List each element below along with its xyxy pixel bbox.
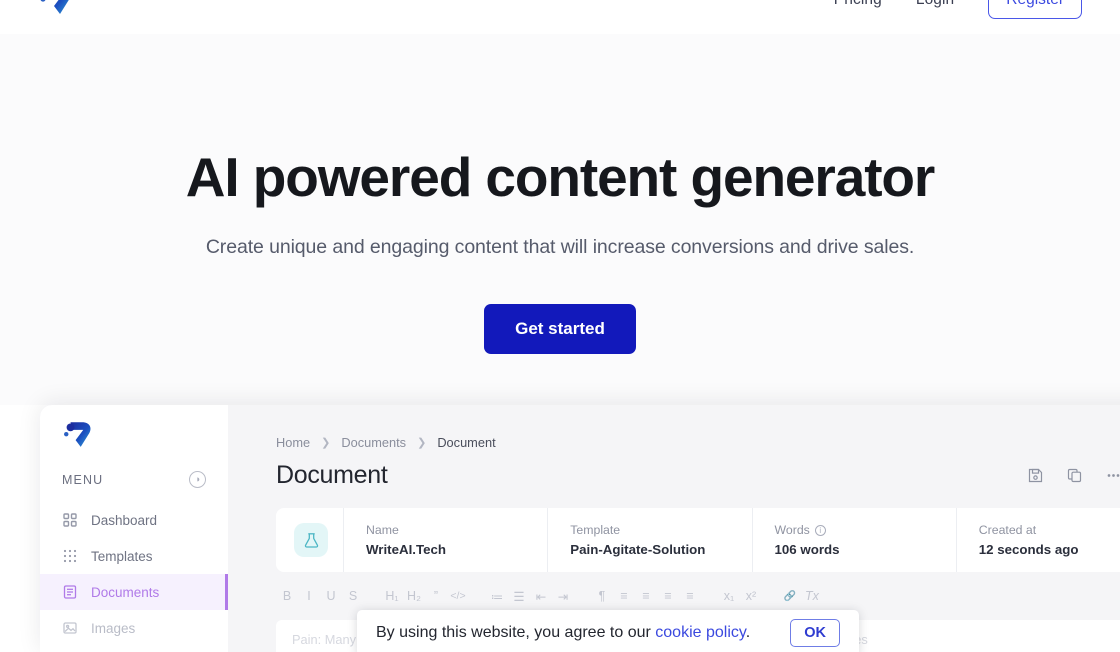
sidebar-item-label: Documents <box>91 584 160 600</box>
align-right-icon[interactable]: ≡ <box>657 585 679 607</box>
heading-1-icon[interactable]: H₁ <box>381 585 403 607</box>
chevron-right-icon: ❯ <box>417 437 427 449</box>
align-left-icon[interactable]: ≡ <box>613 585 635 607</box>
cookie-policy-link[interactable]: cookie policy <box>655 624 745 641</box>
meta-value: WriteAI.Tech <box>366 542 447 557</box>
meta-value: Pain-Agitate-Solution <box>570 542 706 557</box>
nav-link-pricing[interactable]: Pricing <box>834 0 882 9</box>
sidebar-item-label: Images <box>91 620 136 636</box>
align-center-icon[interactable]: ≡ <box>635 585 657 607</box>
sidebar-item-templates[interactable]: Templates <box>40 538 228 574</box>
dots-grid-icon <box>62 548 78 564</box>
sidebar-logo-icon[interactable] <box>40 405 228 457</box>
subscript-icon[interactable]: x₁ <box>718 585 740 607</box>
meta-key: Created at <box>978 523 1037 537</box>
sidebar-item-images[interactable]: Images <box>40 610 228 646</box>
underline-icon[interactable]: U <box>320 585 342 607</box>
breadcrumb-item-documents[interactable]: Documents <box>341 435 406 450</box>
blockquote-icon[interactable]: ” <box>425 585 447 607</box>
menu-label: MENU <box>62 472 104 487</box>
sidebar-items: Dashboard Templates Documents Images <box>40 502 228 646</box>
meta-cell-name: Name WriteAI.Tech <box>344 508 549 572</box>
collapse-circle-icon[interactable]: ◑ <box>189 471 206 488</box>
document-title: Document <box>276 461 388 489</box>
hero-section: AI powered content generator Create uniq… <box>0 34 1120 405</box>
breadcrumb-item-home[interactable]: Home <box>276 435 310 450</box>
page-title: AI powered content generator <box>185 146 936 208</box>
copy-document-button[interactable] <box>1066 467 1083 484</box>
meta-key: Words i <box>775 523 840 537</box>
meta-key-label: Words <box>774 523 810 537</box>
document-title-row: Document <box>276 461 1120 490</box>
flask-icon <box>294 523 328 557</box>
sidebar-item-documents[interactable]: Documents <box>40 574 228 610</box>
image-icon <box>62 620 78 636</box>
outdent-icon[interactable]: ⇤ <box>530 585 552 607</box>
clear-format-icon[interactable]: Tx <box>801 585 823 607</box>
editor-toolbar: B I U S H₁ H₂ ” </> ≔ ☰ ⇤ ⇥ ¶ ≡ ≡ ≡ ≡ x₁… <box>276 584 1120 608</box>
meta-value: 12 seconds ago <box>978 542 1079 557</box>
document-lines-icon <box>62 584 78 600</box>
cookie-ok-button[interactable]: OK <box>790 619 840 647</box>
meta-key: Name <box>366 523 399 537</box>
chevron-right-icon: ❯ <box>321 437 331 449</box>
hero-subtitle: Create unique and engaging content that … <box>205 235 915 258</box>
cookie-text-after: . <box>745 624 751 641</box>
italic-icon[interactable]: I <box>298 585 320 607</box>
app-sidebar: MENU ◑ Dashboard Templates Documents Ima… <box>40 405 228 652</box>
document-meta-strip: Name WriteAI.Tech Template Pain-Agitate-… <box>276 508 1120 572</box>
nav-link-login[interactable]: Login <box>916 0 954 9</box>
sidebar-menu-header: MENU ◑ <box>40 457 228 488</box>
cookie-banner-text: By using this website, you agree to our … <box>376 624 750 642</box>
get-started-button[interactable]: Get started <box>484 303 636 354</box>
cookie-consent-banner: By using this website, you agree to our … <box>357 610 859 652</box>
strikethrough-icon[interactable]: S <box>342 585 364 607</box>
page-root: Pricing Login Register AI powered conten… <box>0 0 1120 652</box>
sidebar-item-label: Dashboard <box>91 512 158 528</box>
meta-cell-words: Words i 106 words <box>753 508 957 572</box>
meta-key: Template <box>570 523 621 537</box>
register-button[interactable]: Register <box>988 0 1082 19</box>
info-icon[interactable]: i <box>814 524 826 536</box>
align-justify-icon[interactable]: ≡ <box>679 585 701 607</box>
bold-icon[interactable]: B <box>276 585 298 607</box>
link-icon[interactable]: 🔗 <box>779 585 801 607</box>
meta-value: 106 words <box>774 542 840 557</box>
sidebar-item-dashboard[interactable]: Dashboard <box>40 502 228 538</box>
ordered-list-icon[interactable]: ≔ <box>486 585 508 607</box>
nav-links: Pricing Login Register <box>834 0 1082 19</box>
indent-icon[interactable]: ⇥ <box>552 585 574 607</box>
breadcrumb: Home ❯ Documents ❯ Document <box>276 435 1120 450</box>
text-direction-icon[interactable]: ¶ <box>591 585 613 607</box>
top-navigation-bar: Pricing Login Register <box>0 0 1120 34</box>
writeai-logo-icon[interactable] <box>38 0 84 21</box>
grid-squares-icon <box>62 512 78 528</box>
meta-cell-template: Template Pain-Agitate-Solution <box>548 508 753 572</box>
cookie-text-before: By using this website, you agree to our <box>376 624 656 641</box>
meta-cell-created-at: Created at 12 seconds ago <box>957 508 1120 572</box>
superscript-icon[interactable]: x² <box>740 585 762 607</box>
sidebar-item-label: Templates <box>91 548 153 564</box>
save-document-button[interactable] <box>1027 467 1044 484</box>
document-actions <box>1027 467 1120 484</box>
breadcrumb-item-document: Document <box>437 435 496 450</box>
unordered-list-icon[interactable]: ☰ <box>508 585 530 607</box>
more-options-button[interactable] <box>1105 467 1120 484</box>
code-icon[interactable]: </> <box>447 585 469 607</box>
heading-2-icon[interactable]: H₂ <box>403 585 425 607</box>
template-icon-cell <box>276 508 344 572</box>
